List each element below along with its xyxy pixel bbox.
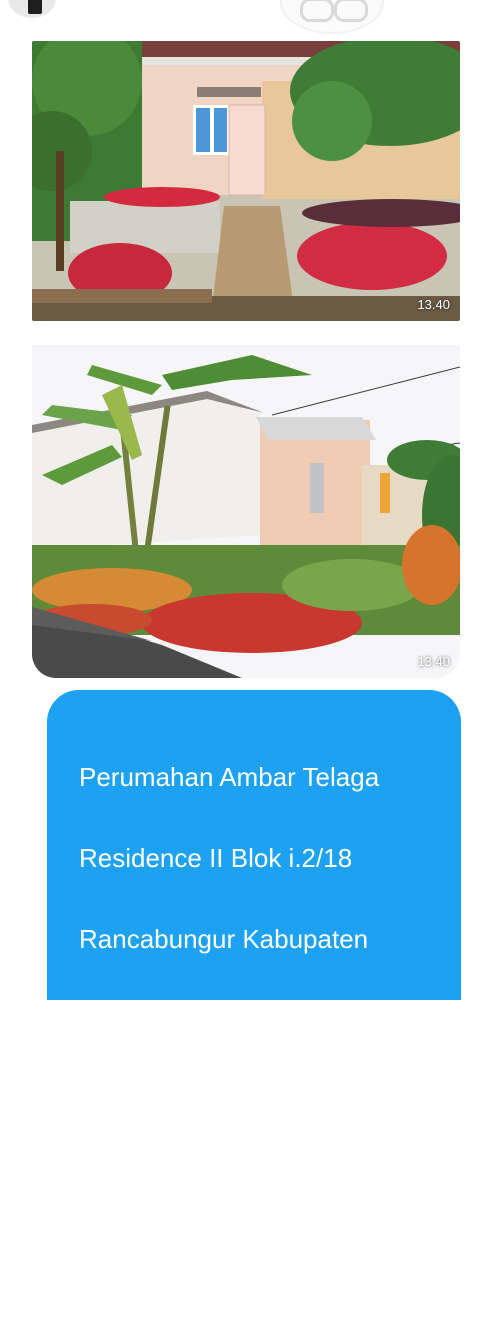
message-line: dijual cash atau over kredit <box>79 1085 389 1116</box>
person-icon <box>28 0 42 14</box>
loop-left-icon <box>300 0 334 22</box>
message-line: Perumahan Ambar Telaga <box>79 761 380 792</box>
message-line: Bogor rumah minimalis <box>79 1004 345 1035</box>
message-line: Rancabungur Kabupaten <box>79 923 369 954</box>
conversation-icon[interactable] <box>280 0 384 34</box>
message-image-1[interactable]: 13.40 <box>32 41 460 321</box>
message-image-2[interactable]: 13.40 <box>32 345 460 678</box>
message-line: Rp.5 juta saja. <box>79 1166 246 1197</box>
house-front-photo <box>32 41 460 321</box>
conversation-header <box>0 0 491 34</box>
message-text: Perumahan Ambar Telaga Residence II Blok… <box>79 716 459 1324</box>
loop-right-icon <box>334 0 368 22</box>
message-timestamp: 13.40 <box>417 297 450 312</box>
house-side-photo <box>32 345 460 678</box>
message-line: Residence II Blok i.2/18 <box>79 842 353 873</box>
message-bubble[interactable]: Perumahan Ambar Telaga Residence II Blok… <box>47 690 461 1278</box>
message-line: Silahkan DM <box>79 1247 227 1278</box>
message-timestamp: 13.40 <box>417 654 450 669</box>
profile-avatar[interactable] <box>8 0 56 18</box>
